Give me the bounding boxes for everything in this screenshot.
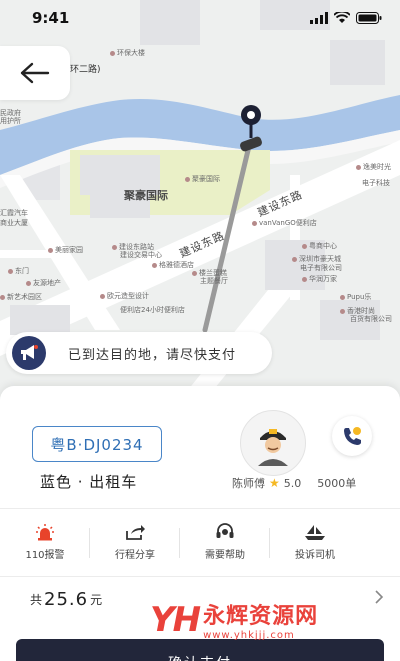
wifi-icon — [334, 12, 350, 23]
map-poi-label: Pupu乐 — [340, 294, 371, 301]
watermark-logo: YH — [150, 599, 201, 640]
map-poi-label: 香港时尚 — [340, 308, 375, 315]
driver-orders: 5000单 — [317, 477, 357, 490]
map-poi-label: 建设东路站 — [112, 244, 154, 251]
license-plate: 粤B·DJ0234 — [32, 426, 162, 462]
watermark: YH 永辉资源网 www.yhkjjj.com — [150, 598, 319, 642]
driver-avatar-icon — [258, 429, 288, 466]
share-icon — [126, 525, 145, 540]
map-poi-label: 华润万家 — [302, 276, 337, 283]
battery-icon — [356, 12, 382, 24]
megaphone-icon — [12, 336, 46, 370]
driver-avatar[interactable] — [240, 410, 306, 476]
alarm-110-button[interactable]: 110报警 — [0, 514, 90, 570]
watermark-title: 永辉资源网 — [203, 604, 319, 629]
action-label: 投诉司机 — [295, 550, 335, 561]
map-poi-label: 环保大楼 — [110, 50, 145, 57]
status-time: 9:41 — [32, 9, 70, 27]
watermark-url: www.yhkjjj.com — [203, 630, 295, 641]
map-poi-label: 东门 — [8, 268, 29, 275]
need-help-button[interactable]: 需要帮助 — [180, 514, 270, 570]
map-poi-label: 楼兰蛋糕 — [192, 270, 227, 277]
fare-prefix: 共 — [30, 592, 43, 607]
status-bar: 9:41 — [0, 0, 400, 36]
action-label: 110报警 — [25, 550, 65, 561]
taxi-car-icon — [240, 136, 262, 152]
map-poi-label: 电子科技 — [362, 179, 390, 187]
call-driver-button[interactable] — [332, 416, 372, 456]
status-icons — [310, 12, 382, 24]
fare-amount: 25.6 — [44, 588, 89, 610]
map-poi-label: 建设交易中心 — [120, 251, 162, 259]
complain-driver-button[interactable]: 投诉司机 — [270, 514, 360, 570]
driver-rating: 5.0 — [283, 476, 302, 490]
driver-name: 陈师傅 — [232, 477, 265, 490]
map-poi-label: 电子有限公司 — [300, 264, 342, 272]
arrival-message-text: 已到达目的地，请尽快支付 — [68, 347, 237, 363]
map-poi-label: 粤商中心 — [302, 243, 337, 250]
map-poi-label: 聚豪国际 — [185, 176, 220, 183]
back-arrow-icon — [20, 62, 50, 84]
map-poi-label: 百货有限公司 — [350, 315, 392, 323]
chevron-right-icon — [375, 590, 384, 604]
complaint-icon — [305, 525, 325, 540]
confirm-payment-button[interactable]: 确认支付 — [16, 639, 384, 661]
star-icon: ★ — [269, 476, 280, 490]
map-poi-label: 友源地产 — [26, 280, 61, 287]
signal-icon — [310, 12, 328, 24]
map-poi-label: 民政府 — [0, 109, 21, 117]
map-poi-label: 欧元造型设计 — [100, 293, 149, 300]
action-bar: 110报警 行程分享 需要帮助 投诉司机 — [0, 514, 400, 570]
map-poi-label: 美丽家园 — [48, 247, 83, 254]
back-button[interactable] — [0, 46, 70, 100]
action-label: 行程分享 — [115, 550, 155, 561]
map-poi-label: 便利店24小时便利店 — [120, 306, 185, 314]
driver-info: 陈师傅 ★ 5.0 5000单 — [232, 475, 356, 491]
alarm-icon — [36, 524, 54, 541]
fare-unit: 元 — [90, 592, 103, 607]
car-description: 蓝色 · 出租车 — [40, 473, 138, 491]
destination-pin-icon — [241, 105, 261, 138]
headset-icon — [216, 523, 234, 538]
phone-icon — [344, 427, 361, 445]
map-poi-label: 聚豪国际 — [124, 189, 168, 202]
map-poi-label: 主题餐厅 — [200, 277, 228, 285]
map-poi-label: 用护所 — [0, 117, 21, 125]
map-poi-label: vanVanGO便利店 — [252, 220, 317, 227]
map-road-label: 环二路) — [70, 65, 101, 75]
map-poi-label: 格雅德酒店 — [152, 262, 194, 269]
divider — [0, 508, 400, 509]
action-label: 需要帮助 — [205, 550, 245, 561]
map-poi-label: 新艺术园区 — [0, 294, 42, 301]
map-poi-label: 逸美时光 — [356, 164, 391, 171]
map-poi-label: 深圳市豪天城 — [292, 256, 341, 263]
map-poi-label: 汇霞汽车 — [0, 209, 28, 217]
share-trip-button[interactable]: 行程分享 — [90, 514, 180, 570]
map-poi-label: 商业大厦 — [0, 219, 28, 227]
arrival-message-bubble: 已到达目的地，请尽快支付 — [6, 332, 272, 374]
